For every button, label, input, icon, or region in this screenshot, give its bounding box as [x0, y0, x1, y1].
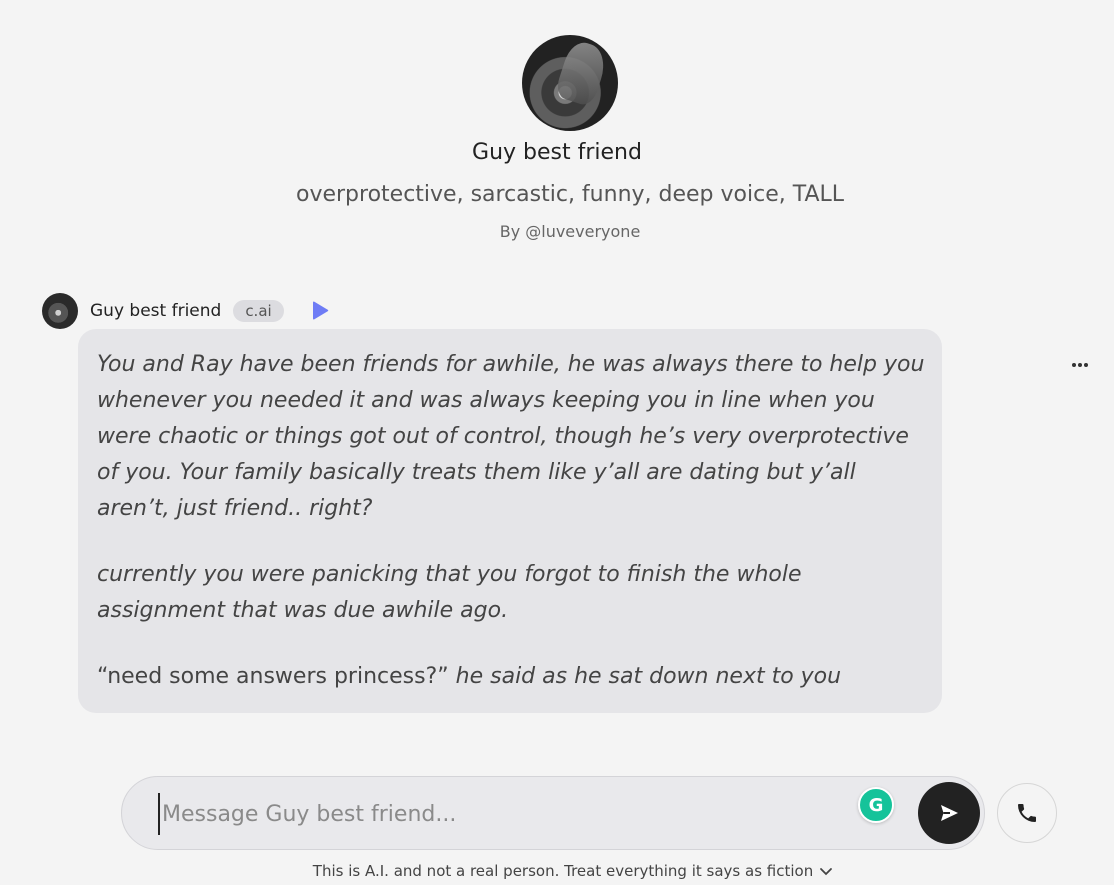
character-avatar — [522, 35, 618, 131]
message-bubble: You and Ray have been friends for awhile… — [78, 329, 942, 713]
message-paragraph: “need some answers princess?” he said as… — [97, 659, 926, 695]
cai-badge: c.ai — [233, 300, 284, 322]
send-icon — [941, 805, 958, 821]
message-header: Guy best friend c.ai — [42, 293, 330, 329]
character-byline[interactable]: By @luveveryone — [0, 222, 1114, 241]
grammarly-icon[interactable]: G — [858, 787, 894, 823]
message-paragraph: currently you were panicking that you fo… — [97, 562, 802, 623]
play-icon[interactable] — [310, 300, 330, 322]
message-action: he said as he sat down next to you — [448, 664, 842, 689]
message-author: Guy best friend — [90, 301, 222, 321]
disclaimer-text: This is A.I. and not a real person. Trea… — [312, 862, 814, 880]
message-paragraph: You and Ray have been friends for awhile… — [97, 352, 925, 521]
chevron-down-icon[interactable] — [819, 867, 833, 877]
message-quote: “need some answers princess?” — [97, 664, 449, 689]
ai-disclaimer[interactable]: This is A.I. and not a real person. Trea… — [0, 862, 1114, 880]
phone-icon — [1018, 804, 1036, 822]
call-button[interactable] — [997, 783, 1057, 843]
message-input[interactable] — [158, 793, 844, 835]
send-button[interactable] — [918, 782, 980, 844]
character-tagline: overprotective, sarcastic, funny, deep v… — [295, 182, 845, 207]
message-avatar[interactable] — [42, 293, 78, 329]
message-composer: G — [121, 776, 985, 850]
character-name: Guy best friend — [472, 140, 642, 165]
more-horizontal-icon[interactable] — [1066, 356, 1094, 374]
